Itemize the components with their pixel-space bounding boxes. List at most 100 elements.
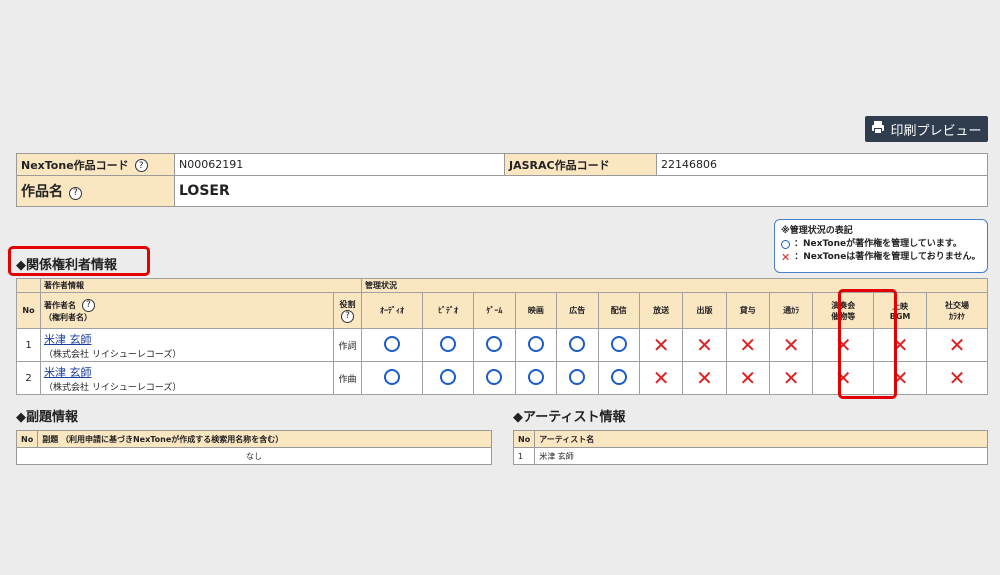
unmanaged-status-cell: ✕	[925, 328, 989, 362]
status-col-header: 放送	[638, 292, 684, 329]
cross-icon: ✕	[652, 366, 670, 390]
help-icon[interactable]: ?	[69, 186, 82, 200]
cross-icon: ✕	[739, 333, 757, 357]
circle-icon	[610, 335, 627, 352]
help-icon[interactable]: ?	[134, 159, 148, 172]
role-cell: 作曲	[333, 361, 362, 395]
status-col-header: ｹﾞｰﾑ	[473, 292, 516, 329]
publisher-name: （株式会社 リイシューレコーズ）	[44, 382, 182, 393]
jasrac-code-header: JASRAC作品コード	[504, 153, 657, 176]
cross-icon: ✕	[948, 333, 966, 357]
col-role: 役割?	[333, 292, 362, 329]
cross-icon: ✕	[652, 333, 670, 357]
status-col-header: 社交場 ｶﾗｵｹ	[925, 292, 989, 329]
managed-status-cell	[473, 328, 516, 362]
help-icon[interactable]: ?	[341, 309, 354, 323]
nextone-code-value: N00062191	[174, 153, 505, 176]
work-title: LOSER	[174, 175, 988, 207]
cross-icon: ✕	[781, 251, 791, 264]
status-col-header: ﾋﾞﾃﾞｵ	[421, 292, 475, 329]
circle-icon	[527, 335, 544, 352]
cross-icon: ✕	[782, 366, 800, 390]
managed-status-cell	[556, 328, 599, 362]
artist-row-name: 米津 玄師	[534, 447, 988, 465]
legend-title: ※管理状況の表記	[781, 226, 853, 236]
circle-icon	[781, 240, 790, 249]
status-col-header: 広告	[556, 292, 599, 329]
subtitle-empty: なし	[16, 447, 492, 465]
managed-status-cell	[597, 328, 640, 362]
circle-icon	[383, 368, 400, 385]
author-name-link[interactable]: 米津 玄師	[44, 333, 92, 346]
author-group-header: 著作者情報	[40, 278, 362, 293]
legend-managed: ：NexToneが著作権を管理しています。	[794, 239, 962, 249]
circle-icon	[569, 335, 586, 352]
circle-icon	[527, 368, 544, 385]
printer-icon	[871, 120, 885, 138]
unmanaged-status-cell: ✕	[725, 361, 770, 395]
status-col-header: 通ｶﾗ	[768, 292, 814, 329]
artist-col-name: アーティスト名	[534, 430, 988, 448]
status-col-header: ｵｰﾃﾞｨｵ	[361, 292, 423, 329]
unmanaged-status-cell: ✕	[638, 328, 684, 362]
author-name-link[interactable]: 米津 玄師	[44, 366, 92, 379]
publisher-name: （株式会社 リイシューレコーズ）	[44, 349, 182, 360]
cross-icon: ✕	[696, 366, 713, 390]
unmanaged-status-cell: ✕	[768, 361, 814, 395]
status-col-header: 出版	[682, 292, 727, 329]
managed-status-cell	[361, 361, 423, 395]
cross-icon: ✕	[696, 333, 713, 357]
circle-icon	[486, 335, 503, 352]
legend-not-managed: ：NexToneは著作権を管理しておりません。	[794, 252, 981, 262]
status-legend: ※管理状況の表記 ：NexToneが著作権を管理しています。 ✕ ：NexTone…	[774, 219, 988, 273]
circle-icon	[440, 335, 457, 352]
managed-status-cell	[473, 361, 516, 395]
row-no: 1	[16, 328, 41, 362]
role-cell: 作詞	[333, 328, 362, 362]
subtitle-table: No 副題 （利用申請に基づきNexToneが作成する検索用名称を含む） なし	[15, 430, 492, 465]
print-preview-button[interactable]: 印刷プレビュー	[865, 116, 988, 142]
print-preview-label: 印刷プレビュー	[890, 123, 982, 139]
circle-icon	[610, 368, 627, 385]
rights-section-title: ◆関係権利者情報	[16, 258, 117, 273]
managed-status-cell	[514, 361, 558, 395]
artist-section-title: ◆アーティスト情報	[513, 410, 626, 425]
cross-icon: ✕	[782, 333, 800, 357]
author-cell: 米津 玄師 （株式会社 リイシューレコーズ）	[40, 361, 334, 395]
managed-status-cell	[361, 328, 423, 362]
artist-row-no: 1	[512, 447, 536, 465]
circle-icon	[486, 368, 503, 385]
col-author: 著作者名? （権利者名）	[40, 292, 334, 329]
col-no: No	[16, 292, 41, 329]
unmanaged-status-cell: ✕	[682, 361, 727, 395]
managed-status-cell	[514, 328, 558, 362]
corner-cell	[16, 278, 41, 293]
circle-icon	[440, 368, 457, 385]
nextone-code-header: NexTone作品コード?	[16, 153, 175, 176]
unmanaged-status-cell: ✕	[682, 328, 727, 362]
managed-status-cell	[556, 361, 599, 395]
managed-status-cell	[421, 328, 475, 362]
performance-column-highlight	[838, 289, 897, 399]
unmanaged-status-cell: ✕	[925, 361, 989, 395]
artist-table: No アーティスト名 1 米津 玄師	[512, 430, 988, 465]
unmanaged-status-cell: ✕	[725, 328, 770, 362]
artist-col-no: No	[512, 430, 536, 448]
status-col-header: 貸与	[725, 292, 770, 329]
subtitle-col-name: 副題 （利用申請に基づきNexToneが作成する検索用名称を含む）	[37, 430, 492, 448]
subtitle-col-no: No	[15, 430, 39, 448]
subtitle-section-title: ◆副題情報	[16, 410, 78, 425]
work-info-table: NexTone作品コード? N00062191 JASRAC作品コード 2214…	[16, 153, 988, 207]
unmanaged-status-cell: ✕	[768, 328, 814, 362]
status-col-header: 映画	[514, 292, 558, 329]
row-no: 2	[16, 361, 41, 395]
managed-status-cell	[597, 361, 640, 395]
cross-icon: ✕	[948, 366, 966, 390]
cross-icon: ✕	[739, 366, 757, 390]
circle-icon	[383, 335, 400, 352]
jasrac-code-value: 22146806	[656, 153, 988, 176]
managed-status-cell	[421, 361, 475, 395]
title-header: 作品名?	[16, 175, 175, 207]
status-col-header: 配信	[597, 292, 640, 329]
help-icon[interactable]: ?	[82, 298, 95, 312]
